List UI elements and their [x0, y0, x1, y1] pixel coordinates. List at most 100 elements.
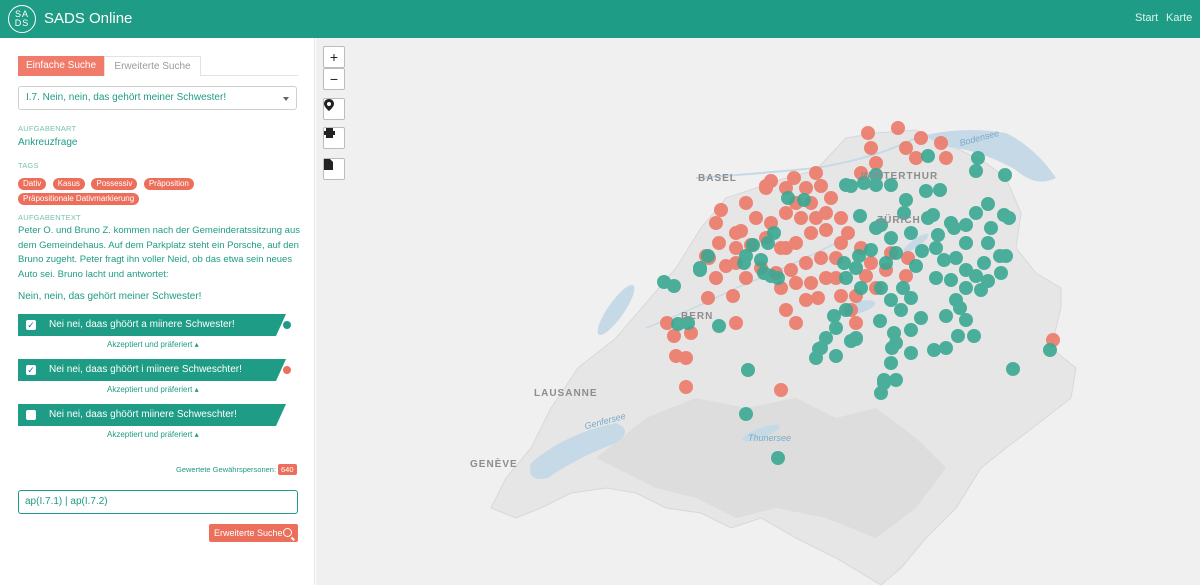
nav-start-link[interactable]: Start [1135, 12, 1158, 24]
question-select[interactable]: I.7. Nein, nein, das gehört meiner Schwe… [18, 86, 297, 110]
caret-up-icon: ▴ [194, 385, 199, 394]
answer-option-1[interactable]: ✓ Nei nei, daas ghöört a miinere Schwest… [18, 314, 286, 336]
map-dot [799, 256, 813, 270]
map-dot [1043, 343, 1057, 357]
map-dot [774, 383, 788, 397]
map-dot [701, 291, 715, 305]
tag-list-row2: Präpositionale Dativmarkierung [18, 188, 141, 207]
map-dot [926, 208, 940, 222]
answer-2-status[interactable]: Akzeptiert und präferiert ▴ [107, 385, 199, 394]
map-dot [904, 346, 918, 360]
chevron-down-icon [283, 97, 289, 101]
map-dot [969, 269, 983, 283]
locate-button[interactable] [323, 98, 345, 120]
answer-3-checkbox[interactable] [26, 410, 36, 420]
tab-erweiterte-suche[interactable]: Erweiterte Suche [104, 56, 201, 76]
map-dot [959, 281, 973, 295]
city-label-geneve: GENÈVE [470, 459, 518, 470]
map-dot [889, 336, 903, 350]
answer-3-status[interactable]: Akzeptiert und präferiert ▴ [107, 430, 199, 439]
prompt-sentence: Nein, nein, das gehört meiner Schwester! [18, 291, 202, 302]
app-title[interactable]: SADS Online [44, 10, 132, 27]
map-dot [852, 249, 866, 263]
print-button[interactable] [323, 127, 345, 149]
map-dot [764, 269, 778, 283]
map-dot [767, 226, 781, 240]
map-dot [781, 191, 795, 205]
map-dot [771, 451, 785, 465]
map-dot [879, 256, 893, 270]
tag-praepositionale-dativmarkierung[interactable]: Präpositionale Dativmarkierung [18, 193, 140, 205]
map-canvas [316, 38, 1200, 585]
map-dot [794, 211, 808, 225]
answer-1-text: Nei nei, daas ghöört a miinere Schwester… [49, 319, 235, 330]
map-dot [809, 166, 823, 180]
map-dot [899, 193, 913, 207]
map-view[interactable]: BASEL WINTERTHUR ZÜRICH BERN LAUSANNE GE… [316, 38, 1200, 585]
map-dot [789, 276, 803, 290]
map-dot [931, 228, 945, 242]
map-dot [921, 149, 935, 163]
map-dot [899, 141, 913, 155]
map-dot [994, 266, 1008, 280]
map-dot [884, 231, 898, 245]
map-dot [864, 141, 878, 155]
answer-2-status-text: Akzeptiert und präferiert [107, 385, 193, 394]
map-dot [853, 209, 867, 223]
map-dot [904, 323, 918, 337]
map-dot [759, 181, 773, 195]
sads-logo[interactable]: SA DS [8, 5, 36, 33]
query-input[interactable]: ap(I.7.1) | ap(I.7.2) [18, 490, 298, 514]
map-dot [944, 273, 958, 287]
map-dot [971, 151, 985, 165]
top-bar: SA DS SADS Online Start Karte [0, 0, 1200, 38]
answer-2-color-dot [283, 366, 291, 374]
answer-option-2[interactable]: ✓ Nei nei, daas ghöört i miinere Schwesc… [18, 359, 286, 381]
map-dot [849, 316, 863, 330]
map-dot [981, 236, 995, 250]
search-tabs: Einfache Suche Erweiterte Suche [18, 56, 298, 76]
document-icon [324, 159, 333, 170]
map-dot [667, 329, 681, 343]
map-dot [779, 206, 793, 220]
answer-1-color-dot [283, 321, 291, 329]
zoom-out-button[interactable]: − [323, 68, 345, 90]
map-dot [804, 226, 818, 240]
map-dot [799, 293, 813, 307]
map-dot [861, 126, 875, 140]
map-dot [726, 289, 740, 303]
map-dot [873, 314, 887, 328]
map-dot [839, 303, 853, 317]
map-dot [811, 291, 825, 305]
tags-label: TAGS [18, 161, 39, 170]
map-dot [829, 321, 843, 335]
zoom-in-button[interactable]: + [323, 46, 345, 68]
map-dot [914, 131, 928, 145]
export-button[interactable] [323, 158, 345, 180]
map-dot [679, 351, 693, 365]
map-dot [709, 216, 723, 230]
map-dot [829, 349, 843, 363]
map-dot [849, 261, 863, 275]
print-icon [324, 128, 335, 138]
advanced-search-button[interactable]: Erweiterte Suche [209, 524, 298, 542]
location-icon [324, 99, 334, 111]
map-dot [967, 329, 981, 343]
map-dot [789, 316, 803, 330]
aufgabenart-label: AUFGABENART [18, 124, 77, 133]
map-dot [909, 259, 923, 273]
nav-karte-link[interactable]: Karte [1166, 12, 1192, 24]
map-dot [929, 271, 943, 285]
tag-praeposition[interactable]: Präposition [143, 178, 194, 190]
map-dot [819, 223, 833, 237]
answer-1-status[interactable]: Akzeptiert und präferiert ▴ [107, 340, 199, 349]
sidebar: Einfache Suche Erweiterte Suche I.7. Nei… [0, 38, 315, 585]
answer-2-checkbox[interactable]: ✓ [26, 365, 36, 375]
map-dot [667, 279, 681, 293]
answer-option-3[interactable]: Nei nei, daas ghöört miinere Schweschter… [18, 404, 286, 426]
map-dot [854, 281, 868, 295]
answer-1-checkbox[interactable]: ✓ [26, 320, 36, 330]
map-dot [814, 179, 828, 193]
map-dot [977, 256, 991, 270]
tab-einfache-suche[interactable]: Einfache Suche [18, 56, 104, 76]
